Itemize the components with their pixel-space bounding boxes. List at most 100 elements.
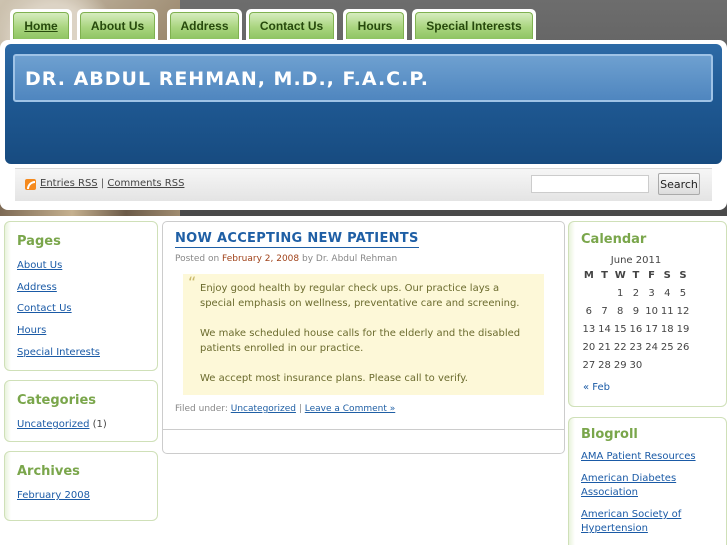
- category-link-uncategorized[interactable]: Uncategorized: [17, 419, 89, 430]
- blogroll-widget: Blogroll AMA Patient Resources American …: [568, 417, 727, 545]
- calendar-week-row: 13 14 15 16 17 18 19: [581, 324, 691, 342]
- tab-special-interests[interactable]: Special Interests: [412, 9, 536, 41]
- site-title[interactable]: DR. ABDUL REHMAN, M.D., F.A.C.P.: [25, 68, 429, 90]
- weekday-cell: W: [614, 270, 626, 281]
- weekday-cell: T: [601, 270, 608, 281]
- blogroll-link-american-hypertension[interactable]: American Society of Hypertension: [581, 509, 681, 534]
- calendar-day-cell: 5: [679, 288, 687, 299]
- calendar-weekday-row: M T W T F S S: [581, 270, 691, 288]
- divider: [163, 429, 564, 430]
- page-link-contact-us[interactable]: Contact Us: [17, 303, 72, 314]
- tab-about-us[interactable]: About Us: [77, 9, 158, 41]
- calendar-day-cell: [675, 360, 691, 378]
- calendar-day-cell: 29: [613, 360, 627, 371]
- calendar-day-cell: 1: [617, 288, 624, 299]
- rss-links: Entries RSS | Comments RSS: [40, 178, 184, 189]
- post-paragraph: We accept most insurance plans. Please c…: [200, 373, 468, 384]
- pages-widget: Pages About Us Address Contact Us Hours …: [4, 221, 158, 371]
- archive-link-february-2008[interactable]: February 2008: [17, 490, 90, 501]
- calendar-day-cell: 11: [660, 306, 674, 317]
- list-item: About Us: [17, 260, 100, 282]
- post-footer: Filed under: Uncategorized | Leave a Com…: [175, 404, 395, 414]
- post-footer-separator: |: [298, 404, 302, 414]
- weekday-cell: T: [632, 270, 640, 281]
- site-title-box: DR. ABDUL REHMAN, M.D., F.A.C.P.: [13, 54, 713, 102]
- calendar-day-cell: 17: [645, 324, 658, 335]
- calendar-day-cell: [644, 360, 660, 378]
- blogroll-link-american-diabetes[interactable]: American Diabetes Association: [581, 473, 676, 498]
- tab-home[interactable]: Home: [10, 9, 72, 41]
- blogroll-link-ama[interactable]: AMA Patient Resources: [581, 451, 696, 462]
- tab-hours-label[interactable]: Hours: [346, 12, 404, 39]
- calendar-day-cell: 3: [648, 288, 655, 299]
- calendar-day-cell: 9: [632, 306, 640, 317]
- list-item: Uncategorized (1): [17, 419, 107, 430]
- calendar-table: June 2011 M T W T F S S 1 2 3 4 5 6 7 8 9 10 11 12 1…: [581, 255, 691, 378]
- tab-address-label[interactable]: Address: [170, 12, 239, 39]
- tab-about-us-label[interactable]: About Us: [80, 12, 155, 39]
- list-item: Address: [17, 282, 100, 304]
- categories-widget: Categories Uncategorized (1): [4, 380, 158, 442]
- categories-list: Uncategorized (1): [17, 419, 107, 430]
- rss-icon: [25, 179, 36, 190]
- category-count: (1): [92, 419, 107, 430]
- list-item: February 2008: [17, 490, 90, 501]
- weekday-cell: S: [663, 270, 671, 281]
- list-item: Contact Us: [17, 303, 100, 325]
- page-link-special-interests[interactable]: Special Interests: [17, 347, 100, 358]
- calendar-day-cell: 24: [645, 342, 658, 353]
- calendar-day-cell: 26: [676, 342, 690, 353]
- entries-rss-link[interactable]: Entries RSS: [40, 178, 98, 189]
- calendar-weeks: 1 2 3 4 5 6 7 8 9 10 11 12 13 14 15 16 17 18 19 20 21 22 23 24 2…: [581, 288, 691, 378]
- post-category-link[interactable]: Uncategorized: [231, 404, 296, 414]
- list-item: Special Interests: [17, 347, 100, 369]
- page-link-about-us[interactable]: About Us: [17, 260, 62, 271]
- page-link-address[interactable]: Address: [17, 282, 57, 293]
- calendar-day-cell: 23: [629, 342, 643, 353]
- calendar-day-cell: 18: [660, 324, 674, 335]
- tab-address[interactable]: Address: [167, 9, 242, 41]
- filed-under-label: Filed under:: [175, 404, 228, 414]
- calendar-day-cell: 28: [598, 360, 611, 371]
- calendar-day-cell: 14: [598, 324, 611, 335]
- calendar-day-cell: [581, 288, 597, 306]
- list-item: Hours: [17, 325, 100, 347]
- blogroll-list: AMA Patient Resources American Diabetes …: [581, 450, 701, 536]
- calendar-day-cell: 27: [582, 360, 596, 371]
- pages-list: About Us Address Contact Us Hours Specia…: [17, 260, 100, 368]
- post-paragraph: We make scheduled house calls for the el…: [200, 328, 521, 354]
- calendar-day-cell: 7: [601, 306, 608, 317]
- tab-hours[interactable]: Hours: [343, 9, 407, 41]
- post-meta: Posted on February 2, 2008 by Dr. Abdul …: [175, 254, 397, 264]
- calendar-week-row: 27 28 29 30: [581, 360, 691, 378]
- weekday-cell: S: [679, 270, 687, 281]
- tab-contact-us-label[interactable]: Contact Us: [249, 12, 334, 39]
- calendar-day-cell: 10: [645, 306, 658, 317]
- calendar-day-cell: 12: [676, 306, 690, 317]
- page-link-hours[interactable]: Hours: [17, 325, 46, 336]
- calendar-week-row: 6 7 8 9 10 11 12: [581, 306, 691, 324]
- calendar-day-cell: 6: [585, 306, 593, 317]
- list-item: American Diabetes Association: [581, 472, 701, 500]
- banner: DR. ABDUL REHMAN, M.D., F.A.C.P.: [5, 44, 722, 164]
- calendar-day-cell: 8: [617, 306, 624, 317]
- calendar-prev-link[interactable]: « Feb: [583, 382, 610, 393]
- tab-special-interests-label[interactable]: Special Interests: [415, 12, 533, 39]
- calendar-widget: Calendar June 2011 M T W T F S S 1234567…: [568, 221, 727, 407]
- comments-rss-link[interactable]: Comments RSS: [107, 178, 184, 189]
- calendar-day-cell: 25: [660, 342, 674, 353]
- post-blockquote: “ Enjoy good health by regular check ups…: [183, 274, 544, 395]
- tab-contact-us[interactable]: Contact Us: [246, 9, 337, 41]
- search-button[interactable]: Search: [658, 173, 700, 195]
- leave-comment-link[interactable]: Leave a Comment »: [305, 404, 395, 414]
- post-date: February 2, 2008: [222, 254, 300, 264]
- post-title[interactable]: NOW ACCEPTING NEW PATIENTS: [175, 231, 419, 248]
- post: NOW ACCEPTING NEW PATIENTS Posted on Feb…: [162, 221, 565, 454]
- list-item: American Society of Hypertension: [581, 508, 701, 536]
- calendar-day-cell: 16: [629, 324, 643, 335]
- blogroll-heading: Blogroll: [581, 427, 638, 442]
- tab-home-label[interactable]: Home: [13, 12, 69, 39]
- list-item: AMA Patient Resources: [581, 450, 701, 464]
- search-input[interactable]: [531, 175, 649, 193]
- calendar-day-cell: 22: [613, 342, 627, 353]
